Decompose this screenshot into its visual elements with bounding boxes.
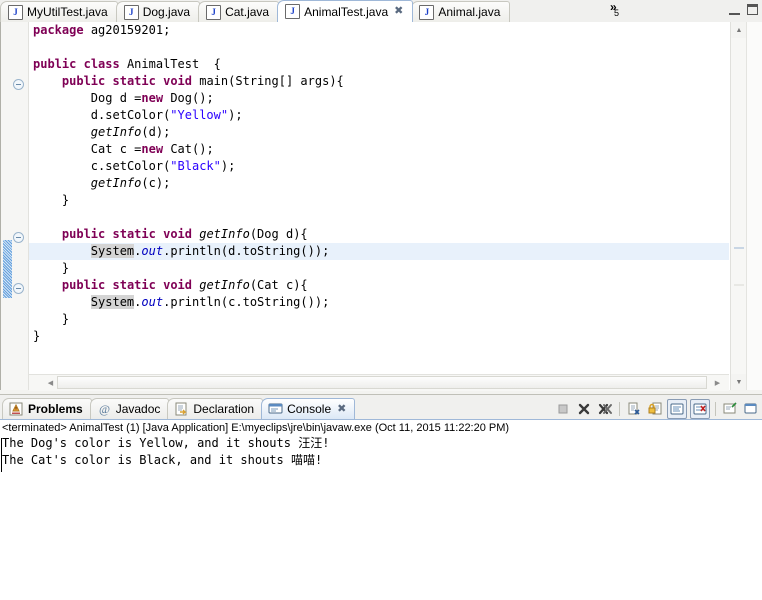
code-line[interactable]: Cat c =new Cat();: [29, 141, 729, 158]
bottom-tab-problems[interactable]: Problems: [2, 398, 92, 419]
code-line[interactable]: [29, 39, 729, 56]
overview-marker: [734, 284, 744, 286]
code-line[interactable]: }: [29, 192, 729, 209]
code-line[interactable]: }: [29, 260, 729, 277]
code-line[interactable]: getInfo(c);: [29, 175, 729, 192]
remove-all-terminated-button[interactable]: [596, 400, 614, 418]
bottom-tab-label: Problems: [28, 402, 83, 416]
editor-tab-list: J MyUtilTest.java J Dog.java J Cat.java J Anima…: [0, 0, 511, 22]
toolbar-separator: [715, 402, 716, 416]
bottom-tab-list: Problems @ Javadoc Declaration Console ✖: [2, 397, 356, 419]
console-caret: [1, 438, 2, 472]
editor-tab-label: Cat.java: [225, 5, 270, 19]
console-output-area[interactable]: <terminated> AnimalTest (1) [Java Applic…: [0, 419, 762, 600]
tab-overflow-count: 5: [614, 8, 620, 18]
editor-tab-myutiltest-java[interactable]: J MyUtilTest.java: [0, 1, 118, 22]
scroll-up-icon[interactable]: ▲: [731, 22, 747, 38]
code-line[interactable]: public class AnimalTest {: [29, 56, 729, 73]
code-line[interactable]: public static void getInfo(Cat c){: [29, 277, 729, 294]
editor-tab-dog-java[interactable]: J Dog.java: [115, 1, 201, 22]
code-line[interactable]: public static void main(String[] args){: [29, 73, 729, 90]
bottom-tab-label: Console: [287, 402, 332, 416]
overview-marker: [734, 247, 744, 249]
javadoc-icon: @: [97, 402, 112, 416]
editor-tab-bar: J MyUtilTest.java J Dog.java J Cat.java J Anima…: [0, 0, 762, 23]
console-toolbar: [554, 399, 762, 419]
console-launch-header: <terminated> AnimalTest (1) [Java Applic…: [2, 422, 510, 434]
remove-launch-button[interactable]: [575, 400, 593, 418]
scroll-down-icon[interactable]: ▼: [731, 374, 747, 390]
show-console-on-output-button[interactable]: [667, 399, 687, 419]
editor-tab-label: Dog.java: [142, 5, 191, 19]
scroll-left-icon[interactable]: ◀: [43, 375, 58, 390]
java-file-icon: J: [285, 4, 301, 19]
declaration-icon: [174, 402, 189, 416]
editor-tab-animal-java[interactable]: J Animal.java: [411, 1, 511, 22]
java-file-icon: J: [8, 4, 23, 20]
code-content[interactable]: package ag20159201; public class AnimalT…: [29, 22, 729, 390]
minimize-icon[interactable]: [729, 4, 740, 15]
bottom-tab-declaration[interactable]: Declaration: [167, 398, 264, 419]
code-editor[interactable]: package ag20159201; public class AnimalT…: [0, 22, 762, 391]
svg-text:@: @: [99, 402, 110, 416]
code-line[interactable]: System.out.println(d.toString());: [29, 243, 729, 260]
scroll-right-icon[interactable]: ▶: [710, 375, 725, 390]
close-icon[interactable]: ✖: [337, 403, 346, 415]
code-line[interactable]: getInfo(d);: [29, 124, 729, 141]
console-output-line: The Cat's color is Black, and it shouts …: [2, 453, 323, 467]
bottom-tab-javadoc[interactable]: @ Javadoc: [89, 398, 170, 419]
editor-gutter[interactable]: [1, 22, 29, 390]
fold-toggle-icon[interactable]: [13, 232, 24, 243]
code-line[interactable]: package ag20159201;: [29, 22, 729, 39]
editor-tab-label: AnimalTest.java: [304, 4, 389, 19]
editor-horizontal-scrollbar[interactable]: ◀ ▶: [29, 374, 729, 391]
show-console-on-error-button[interactable]: [690, 399, 710, 419]
console-icon: [268, 402, 283, 416]
java-file-icon: J: [419, 4, 435, 20]
display-selected-console-button[interactable]: [742, 400, 760, 418]
editor-tab-label: Animal.java: [438, 5, 501, 19]
pin-console-button[interactable]: [721, 400, 739, 418]
scroll-lock-button[interactable]: [646, 400, 664, 418]
console-output-line: The Dog's color is Yellow, and it shouts…: [2, 436, 330, 450]
eclipse-ide-window: J MyUtilTest.java J Dog.java J Cat.java J Anima…: [0, 0, 762, 600]
editor-overview-ruler[interactable]: [746, 22, 762, 390]
tab-overflow-indicator[interactable]: » 5: [608, 0, 634, 21]
code-line[interactable]: Dog d =new Dog();: [29, 90, 729, 107]
hscroll-thumb[interactable]: [57, 376, 707, 389]
bottom-tab-label: Javadoc: [115, 402, 161, 416]
code-line[interactable]: System.out.println(c.toString());: [29, 294, 729, 311]
code-line[interactable]: public static void getInfo(Dog d){: [29, 226, 729, 243]
editor-tab-animaltest-java[interactable]: J AnimalTest.java ✖: [277, 0, 414, 22]
editor-window-controls: [729, 4, 758, 15]
java-file-icon: J: [123, 4, 139, 20]
code-line[interactable]: d.setColor("Yellow");: [29, 107, 729, 124]
fold-toggle-icon[interactable]: [13, 283, 24, 294]
problems-icon: [9, 402, 24, 416]
bottom-tab-console[interactable]: Console ✖: [261, 398, 356, 419]
change-bar: [3, 240, 12, 298]
editor-tab-label: MyUtilTest.java: [27, 5, 108, 19]
fold-toggle-icon[interactable]: [13, 79, 24, 90]
code-line[interactable]: [29, 209, 729, 226]
close-icon[interactable]: ✖: [394, 6, 403, 17]
code-line[interactable]: }: [29, 328, 729, 345]
code-line[interactable]: }: [29, 311, 729, 328]
bottom-tab-label: Declaration: [193, 402, 255, 416]
clear-console-button[interactable]: [625, 400, 643, 418]
bottom-panel: Problems @ Javadoc Declaration Console ✖ <ter…: [0, 394, 762, 600]
terminate-button[interactable]: [554, 400, 572, 418]
editor-vertical-scrollbar[interactable]: ▲ ▼: [730, 22, 747, 390]
code-line[interactable]: c.setColor("Black");: [29, 158, 729, 175]
bottom-tab-bar: Problems @ Javadoc Declaration Console ✖: [0, 397, 762, 419]
toolbar-separator: [619, 402, 620, 416]
editor-tab-cat-java[interactable]: J Cat.java: [198, 1, 280, 22]
java-file-icon: J: [206, 4, 222, 20]
maximize-icon[interactable]: [747, 4, 758, 15]
